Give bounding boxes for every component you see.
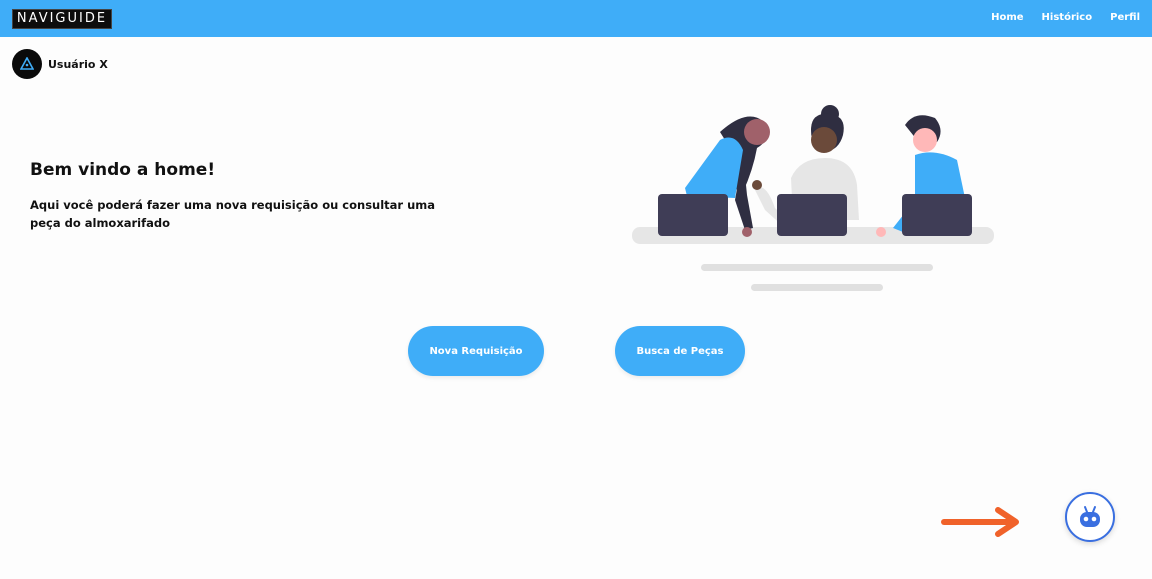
user-name: Usuário X xyxy=(48,58,108,71)
welcome-description: Aqui você poderá fazer uma nova requisiç… xyxy=(30,198,436,230)
nav-perfil-link[interactable]: Perfil xyxy=(1110,12,1140,23)
busca-pecas-button[interactable]: Busca de Peças xyxy=(615,326,745,376)
nav-historico-link[interactable]: Histórico xyxy=(1042,12,1093,23)
chatbot-button[interactable] xyxy=(1065,492,1115,542)
triangle-logo-icon xyxy=(20,57,34,70)
user-avatar[interactable] xyxy=(12,49,42,79)
team-meeting-illustration xyxy=(632,105,994,291)
nova-requisicao-button[interactable]: Nova Requisição xyxy=(408,326,544,376)
robot-icon xyxy=(1080,506,1100,527)
arrow-right-icon xyxy=(941,507,1019,537)
naviguide-logo[interactable]: NAVIGUIDE xyxy=(12,9,112,29)
top-navbar: NAVIGUIDE Home Histórico Perfil xyxy=(0,0,1152,37)
main-nav: Home Histórico Perfil xyxy=(991,12,1140,23)
nav-home-link[interactable]: Home xyxy=(991,12,1023,23)
welcome-title: Bem vindo a home! xyxy=(30,160,216,180)
